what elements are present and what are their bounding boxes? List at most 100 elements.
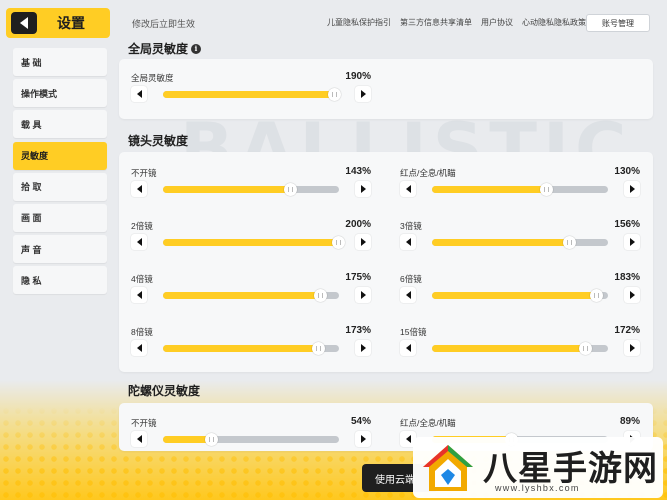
section-title-scope: 镜头灵敏度 (128, 132, 188, 149)
decrease-button[interactable] (131, 86, 147, 102)
sidebar-item[interactable]: 基 础 (13, 48, 107, 76)
slider-value: 130% (614, 166, 640, 177)
slider-label: 不开镜 (131, 418, 157, 428)
slider-thumb[interactable] (313, 289, 327, 302)
slider-track[interactable] (163, 289, 339, 302)
slider-scope: 2倍镜 200% (131, 219, 371, 256)
increase-button[interactable] (624, 234, 640, 250)
grip-icon (336, 240, 342, 245)
sidebar-item[interactable]: 操作模式 (13, 79, 107, 108)
decrease-button[interactable] (131, 431, 147, 447)
slider-value: 156% (614, 219, 640, 230)
slider-scope: 8倍镜 173% (131, 325, 371, 362)
slider-thumb[interactable] (332, 236, 346, 249)
slider-track[interactable] (163, 236, 346, 249)
back-arrow-icon (20, 17, 28, 29)
slider-thumb[interactable] (204, 433, 218, 446)
link-privacy-policy[interactable]: 心动隐私隐私政策 (522, 17, 586, 28)
decrease-button[interactable] (400, 340, 416, 356)
slider-label: 2倍镜 (131, 221, 153, 231)
slider-track[interactable] (432, 289, 608, 302)
increase-button[interactable] (624, 340, 640, 356)
slider-label: 红点/全息/机瞄 (400, 418, 456, 428)
slider-fill (163, 186, 290, 193)
slider-value: 54% (350, 416, 371, 427)
slider-fill (432, 239, 570, 246)
slider-fill (163, 91, 334, 98)
policy-links: 儿童隐私保护指引 第三方信息共享清单 用户协议 心动隐私隐私政策 (327, 17, 586, 28)
arrow-right-icon (360, 238, 366, 246)
arrow-right-icon (629, 238, 635, 246)
slider-track[interactable] (163, 183, 339, 196)
section-title-global: 全局灵敏度 i (128, 40, 202, 57)
sidebar-item[interactable]: 拾 取 (13, 172, 107, 201)
slider-track[interactable] (432, 183, 608, 196)
arrow-left-icon (136, 344, 142, 352)
slider-track[interactable] (163, 433, 339, 446)
slider-thumb[interactable] (589, 289, 603, 302)
decrease-button[interactable] (131, 234, 147, 250)
arrow-left-icon (405, 291, 411, 299)
slider-fill (432, 186, 547, 193)
increase-button[interactable] (355, 287, 371, 303)
increase-button[interactable] (355, 181, 371, 197)
slider-global: 全局灵敏度 190% (131, 71, 371, 108)
slider-thumb[interactable] (563, 236, 577, 249)
grip-icon (287, 187, 293, 192)
decrease-button[interactable] (400, 234, 416, 250)
account-management-button[interactable]: 账号管理 (586, 14, 650, 32)
arrow-right-icon (360, 185, 366, 193)
slider-track[interactable] (432, 236, 608, 249)
decrease-button[interactable] (131, 340, 147, 356)
arrow-right-icon (629, 344, 635, 352)
section-title-gyro-text: 陀螺仪灵敏度 (128, 384, 201, 398)
settings-header: 设置 (6, 8, 110, 38)
decrease-button[interactable] (400, 181, 416, 197)
arrow-right-icon (360, 344, 366, 352)
section-title-scope-text: 镜头灵敏度 (128, 134, 189, 148)
grip-icon (583, 346, 589, 351)
slider-thumb[interactable] (311, 342, 325, 355)
slider-gyro: 不开镜 54% (131, 416, 371, 453)
slider-value: 173% (345, 325, 371, 336)
increase-button[interactable] (355, 86, 371, 102)
decrease-button[interactable] (131, 287, 147, 303)
slider-track[interactable] (432, 342, 608, 355)
decrease-button[interactable] (400, 287, 416, 303)
section-title-gyro: 陀螺仪灵敏度 (128, 382, 200, 399)
sidebar-item[interactable]: 声 音 (13, 235, 107, 264)
sidebar-item[interactable]: 载 具 (13, 110, 107, 139)
slider-thumb[interactable] (540, 183, 554, 196)
slider-label: 4倍镜 (131, 274, 153, 284)
decrease-button[interactable] (131, 181, 147, 197)
sidebar-item[interactable]: 灵敏度 (13, 141, 107, 170)
arrow-right-icon (360, 291, 366, 299)
sidebar-item[interactable]: 隐 私 (13, 266, 107, 295)
increase-button[interactable] (355, 431, 371, 447)
slider-track[interactable] (163, 342, 339, 355)
slider-fill (163, 292, 320, 299)
increase-button[interactable] (624, 287, 640, 303)
slider-track[interactable] (163, 88, 341, 101)
page-title: 设置 (57, 15, 85, 31)
slider-scope: 4倍镜 175% (131, 272, 371, 309)
link-third-party-list[interactable]: 第三方信息共享清单 (400, 17, 472, 28)
watermark-logo (423, 445, 473, 491)
increase-button[interactable] (355, 340, 371, 356)
slider-thumb[interactable] (283, 183, 297, 196)
arrow-right-icon (629, 291, 635, 299)
slider-label: 红点/全息/机瞄 (400, 168, 456, 178)
link-child-privacy[interactable]: 儿童隐私保护指引 (327, 17, 391, 28)
arrow-left-icon (136, 238, 142, 246)
info-icon[interactable]: i (191, 43, 202, 54)
slider-label: 8倍镜 (131, 327, 153, 337)
slider-thumb[interactable] (579, 342, 593, 355)
slider-thumb[interactable] (327, 88, 341, 101)
increase-button[interactable] (624, 181, 640, 197)
link-user-agreement[interactable]: 用户协议 (481, 17, 513, 28)
sidebar-item[interactable]: 画 面 (13, 203, 107, 232)
slider-value: 175% (345, 272, 371, 283)
back-button[interactable] (11, 12, 37, 34)
arrow-left-icon (136, 185, 142, 193)
increase-button[interactable] (355, 234, 371, 250)
